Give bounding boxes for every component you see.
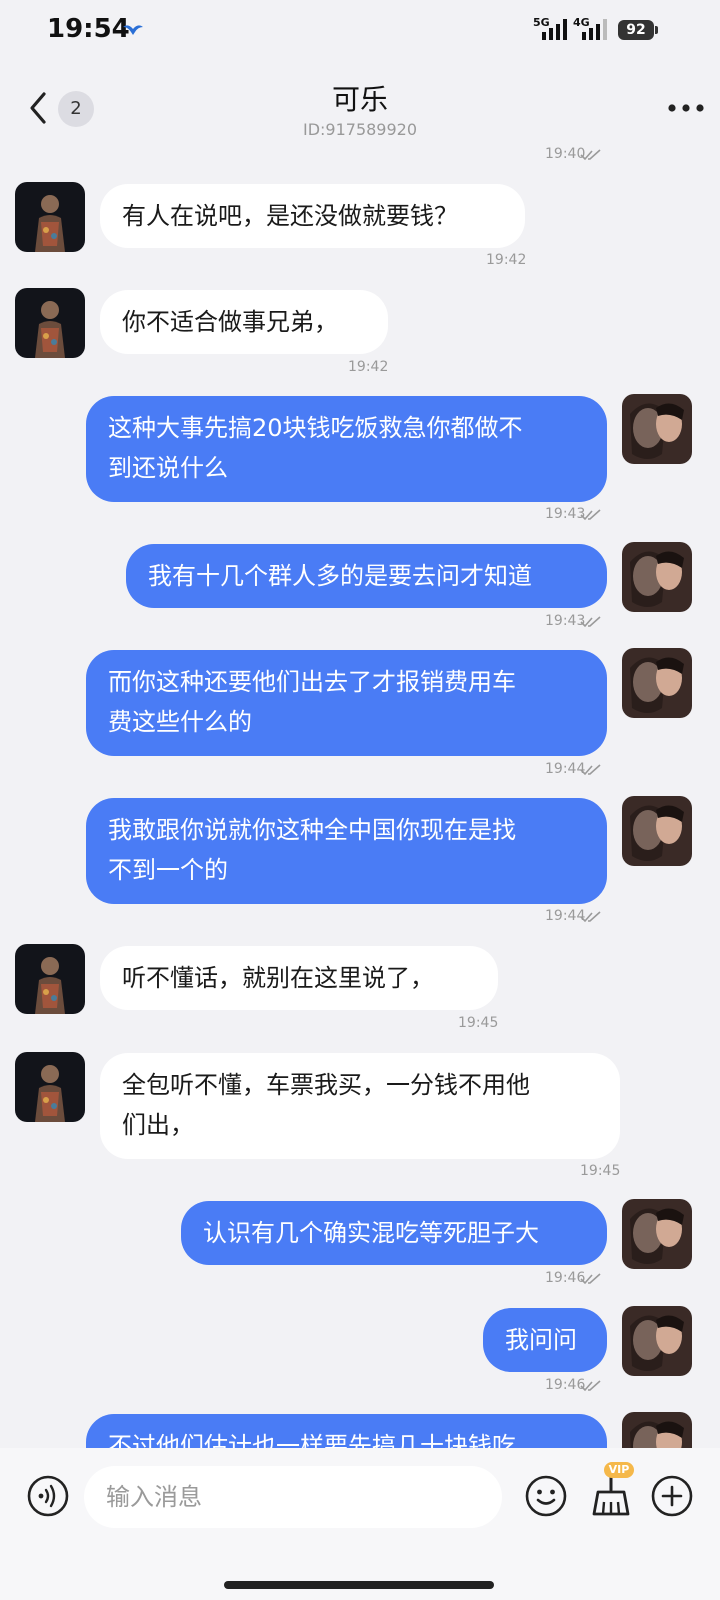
contact-id: ID:917589920 (302, 120, 418, 139)
message-text: 不到一个的 (108, 856, 228, 884)
plus-icon[interactable] (650, 1474, 694, 1518)
read-check-icon (580, 1273, 601, 1285)
message-text: 你不适合做事兄弟， (122, 308, 338, 336)
my-avatar[interactable] (622, 394, 692, 464)
contact-avatar[interactable] (15, 1052, 85, 1122)
message-bubble-incoming[interactable]: 听不懂话，就别在这里说了， (100, 946, 498, 1010)
message-bubble-outgoing[interactable]: 这种大事先搞20块钱吃饭救急你都做不 到还说什么 (86, 396, 607, 502)
message-text: 全包听不懂，车票我买，一分钱不用他 (122, 1071, 530, 1099)
message-bubble-incoming[interactable]: 你不适合做事兄弟， (100, 290, 388, 354)
message-bubble-outgoing[interactable]: 而你这种还要他们出去了才报销费用车 费这些什么的 (86, 650, 607, 756)
message-bubble-outgoing[interactable]: 不过他们估计也一样要先搞几十块钱吃 (86, 1414, 607, 1448)
my-avatar[interactable] (622, 1412, 692, 1448)
message-text: 而你这种还要他们出去了才报销费用车 (108, 668, 516, 696)
message-time: 19:45 (458, 1015, 499, 1031)
message-list[interactable]: 19:40 有人在说吧，是还没做就要钱？ 19:42 你不适合做事兄弟， 19:… (0, 140, 720, 1448)
message-bubble-incoming[interactable]: 有人在说吧，是还没做就要钱？ (100, 184, 525, 248)
contact-avatar[interactable] (15, 182, 85, 252)
message-bubble-outgoing[interactable]: 认识有几个确实混吃等死胆子大 (181, 1201, 607, 1265)
input-bar: VIP (0, 1448, 720, 1600)
read-check-icon (580, 1380, 601, 1392)
my-avatar[interactable] (622, 542, 692, 612)
message-text: 听不懂话，就别在这里说了， (122, 964, 434, 992)
status-time: 19:54 (47, 14, 130, 44)
my-avatar[interactable] (622, 1306, 692, 1376)
read-check-icon (580, 149, 601, 161)
voice-icon[interactable] (26, 1474, 70, 1518)
message-bubble-incoming[interactable]: 全包听不懂，车票我买，一分钱不用他 们出， (100, 1053, 620, 1159)
message-bubble-outgoing[interactable]: 我敢跟你说就你这种全中国你现在是找 不到一个的 (86, 798, 607, 904)
message-text: 到还说什么 (108, 454, 228, 482)
signal-5g-icon (542, 19, 567, 40)
read-check-icon (580, 911, 601, 923)
more-icon[interactable] (666, 100, 706, 116)
contact-avatar[interactable] (15, 944, 85, 1014)
message-text: 我有十几个群人多的是要去问才知道 (148, 562, 532, 590)
message-text: 费这些什么的 (108, 708, 252, 736)
contact-avatar[interactable] (15, 288, 85, 358)
my-avatar[interactable] (622, 1199, 692, 1269)
my-avatar[interactable] (622, 648, 692, 718)
home-indicator[interactable] (224, 1581, 494, 1589)
emoji-icon[interactable] (524, 1474, 568, 1518)
message-time: 19:45 (580, 1163, 621, 1179)
message-bubble-outgoing[interactable]: 我有十几个群人多的是要去问才知道 (126, 544, 607, 608)
message-text: 有人在说吧，是还没做就要钱？ (122, 202, 458, 230)
message-text: 我敢跟你说就你这种全中国你现在是找 (108, 816, 516, 844)
message-time: 19:42 (486, 252, 527, 268)
page-title: 可乐 (331, 83, 388, 116)
read-check-icon (580, 509, 601, 521)
message-time: 19:42 (348, 359, 389, 375)
message-text: 们出， (122, 1111, 194, 1139)
read-check-icon (580, 764, 601, 776)
message-text: 这种大事先搞20块钱吃饭救急你都做不 (108, 414, 523, 442)
signal-4g-icon (582, 19, 607, 40)
message-bubble-outgoing[interactable]: 我问问 (483, 1308, 607, 1372)
battery-level: 92 (618, 20, 654, 40)
message-text: 认识有几个确实混吃等死胆子大 (203, 1219, 539, 1247)
status-bar: 19:54 5G 4G 92 (0, 0, 720, 62)
message-input[interactable] (84, 1466, 502, 1528)
message-text: 我问问 (505, 1326, 577, 1354)
notification-bird-icon (123, 25, 143, 35)
my-avatar[interactable] (622, 796, 692, 866)
battery-tip (655, 26, 658, 34)
vip-badge: VIP (604, 1462, 634, 1478)
message-text: 不过他们估计也一样要先搞几十块钱吃 (108, 1432, 516, 1448)
read-check-icon (580, 616, 601, 628)
